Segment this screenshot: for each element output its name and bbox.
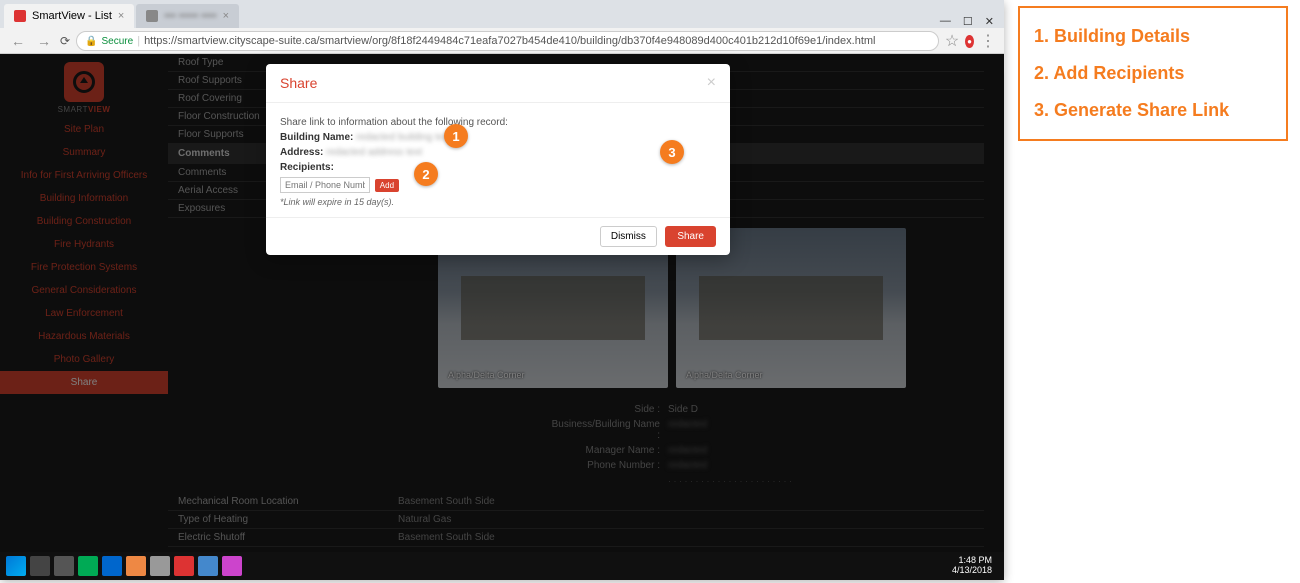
add-button[interactable]: Add — [375, 179, 399, 192]
tab-strip: SmartView - List × ••• ••••• •••• × — ☐ … — [0, 0, 1004, 28]
lock-icon: 🔒 — [85, 36, 97, 47]
sidebar: SMARTVIEW Site Plan Summary Info for Fir… — [0, 54, 168, 552]
dismiss-button[interactable]: Dismiss — [600, 226, 657, 247]
sidebar-item-site-plan[interactable]: Site Plan — [0, 118, 168, 141]
menu-icon[interactable]: ⋮ — [980, 31, 996, 51]
system-tray-clock[interactable]: 1:48 PM 4/13/2018 — [952, 556, 1000, 576]
detail-row: Electric ShutoffBasement South Side — [168, 529, 984, 547]
close-icon[interactable]: × — [118, 10, 124, 22]
info-label: Side : — [548, 404, 668, 415]
share-modal: Share × Share link to information about … — [266, 64, 730, 255]
sidebar-item-building-construction[interactable]: Building Construction — [0, 210, 168, 233]
callout-3: 3 — [660, 140, 684, 164]
building-name-value: redacted building text — [356, 132, 451, 143]
photo-caption: Alpha/Delta Corner — [686, 370, 763, 380]
close-icon[interactable]: ✕ — [985, 15, 994, 28]
app-icon[interactable] — [150, 556, 170, 576]
close-icon[interactable]: × — [707, 74, 716, 92]
secure-label: Secure — [102, 36, 134, 47]
modal-footer: Dismiss Share — [266, 217, 730, 255]
info-value: redacted — [668, 445, 707, 456]
logo: SMARTVIEW — [0, 58, 168, 118]
sidebar-item-fire-hydrants[interactable]: Fire Hydrants — [0, 233, 168, 256]
app-icon[interactable] — [102, 556, 122, 576]
modal-body: Share link to information about the foll… — [266, 103, 730, 217]
app-icon[interactable] — [222, 556, 242, 576]
sidebar-item-law-enforcement[interactable]: Law Enforcement — [0, 302, 168, 325]
info-label: Phone Number : — [548, 460, 668, 471]
building-name-label: Building Name: — [280, 132, 353, 143]
forward-icon[interactable]: → — [34, 33, 54, 49]
sidebar-item-photo-gallery[interactable]: Photo Gallery — [0, 348, 168, 371]
modal-intro: Share link to information about the foll… — [280, 117, 716, 128]
address-label: Address: — [280, 147, 323, 158]
star-icon[interactable]: ☆ — [945, 31, 959, 51]
tab-title-blurred: ••• ••••• •••• — [164, 10, 216, 22]
app-icon[interactable] — [198, 556, 218, 576]
sidebar-item-summary[interactable]: Summary — [0, 141, 168, 164]
reload-icon[interactable]: ⟳ — [60, 34, 70, 48]
url-input[interactable]: 🔒 Secure | https://smartview.cityscape-s… — [76, 31, 939, 51]
info-block: Side :Side D Business/Building Name :red… — [168, 398, 984, 493]
clock-date: 4/13/2018 — [952, 566, 992, 576]
expire-note: *Link will expire in 15 day(s). — [280, 197, 716, 207]
modal-title: Share — [280, 75, 317, 91]
sidebar-item-fire-protection[interactable]: Fire Protection Systems — [0, 256, 168, 279]
recipients-label: Recipients: — [280, 162, 334, 173]
browser-chrome: SmartView - List × ••• ••••• •••• × — ☐ … — [0, 0, 1004, 54]
browser-tab-inactive[interactable]: ••• ••••• •••• × — [136, 4, 239, 28]
back-icon[interactable]: ← — [8, 33, 28, 49]
legend-panel: 1. Building Details 2. Add Recipients 3.… — [1018, 6, 1288, 141]
app-icon[interactable] — [174, 556, 194, 576]
address-value: redacted address text — [326, 147, 422, 158]
sidebar-item-building-info[interactable]: Building Information — [0, 187, 168, 210]
tab-title: SmartView - List — [32, 10, 112, 22]
info-value: redacted — [668, 460, 707, 471]
brand-a: SMART — [58, 105, 88, 114]
info-value: Side D — [668, 404, 698, 415]
search-icon[interactable] — [30, 556, 50, 576]
browser-window: SmartView - List × ••• ••••• •••• × — ☐ … — [0, 0, 1004, 580]
start-icon[interactable] — [6, 556, 26, 576]
info-value: redacted — [668, 419, 707, 441]
address-bar: ← → ⟳ 🔒 Secure | https://smartview.citys… — [0, 28, 1004, 54]
legend-item-2: 2. Add Recipients — [1034, 55, 1272, 92]
taskbar: 1:48 PM 4/13/2018 — [0, 552, 1004, 580]
detail-row: Type of HeatingNatural Gas — [168, 511, 984, 529]
maximize-icon[interactable]: ☐ — [963, 15, 973, 28]
callout-2: 2 — [414, 162, 438, 186]
legend-item-1: 1. Building Details — [1034, 18, 1272, 55]
tab-favicon — [14, 10, 26, 22]
minimize-icon[interactable]: — — [940, 15, 951, 28]
app-icon[interactable] — [126, 556, 146, 576]
sidebar-item-hazmat[interactable]: Hazardous Materials — [0, 325, 168, 348]
task-view-icon[interactable] — [54, 556, 74, 576]
url-text: https://smartview.cityscape-suite.ca/sma… — [144, 35, 875, 47]
window-controls: — ☐ ✕ — [930, 15, 1004, 28]
brand-b: VIEW — [88, 105, 110, 114]
abp-icon[interactable]: ● — [965, 35, 974, 48]
tab-favicon — [146, 10, 158, 22]
recipient-input[interactable] — [280, 177, 370, 193]
sidebar-item-first-officers[interactable]: Info for First Arriving Officers — [0, 164, 168, 187]
photo-caption: Alpha/Delta Corner — [448, 370, 525, 380]
close-icon[interactable]: × — [223, 10, 229, 22]
app-icon[interactable] — [78, 556, 98, 576]
browser-tab-active[interactable]: SmartView - List × — [4, 4, 134, 28]
modal-header: Share × — [266, 64, 730, 103]
share-button[interactable]: Share — [665, 226, 716, 247]
sidebar-item-general[interactable]: General Considerations — [0, 279, 168, 302]
callout-1: 1 — [444, 124, 468, 148]
info-label: Manager Name : — [548, 445, 668, 456]
legend-item-3: 3. Generate Share Link — [1034, 92, 1272, 129]
sidebar-item-share[interactable]: Share — [0, 371, 168, 394]
detail-row: Mechanical Room LocationBasement South S… — [168, 493, 984, 511]
info-label: Business/Building Name : — [548, 419, 668, 441]
